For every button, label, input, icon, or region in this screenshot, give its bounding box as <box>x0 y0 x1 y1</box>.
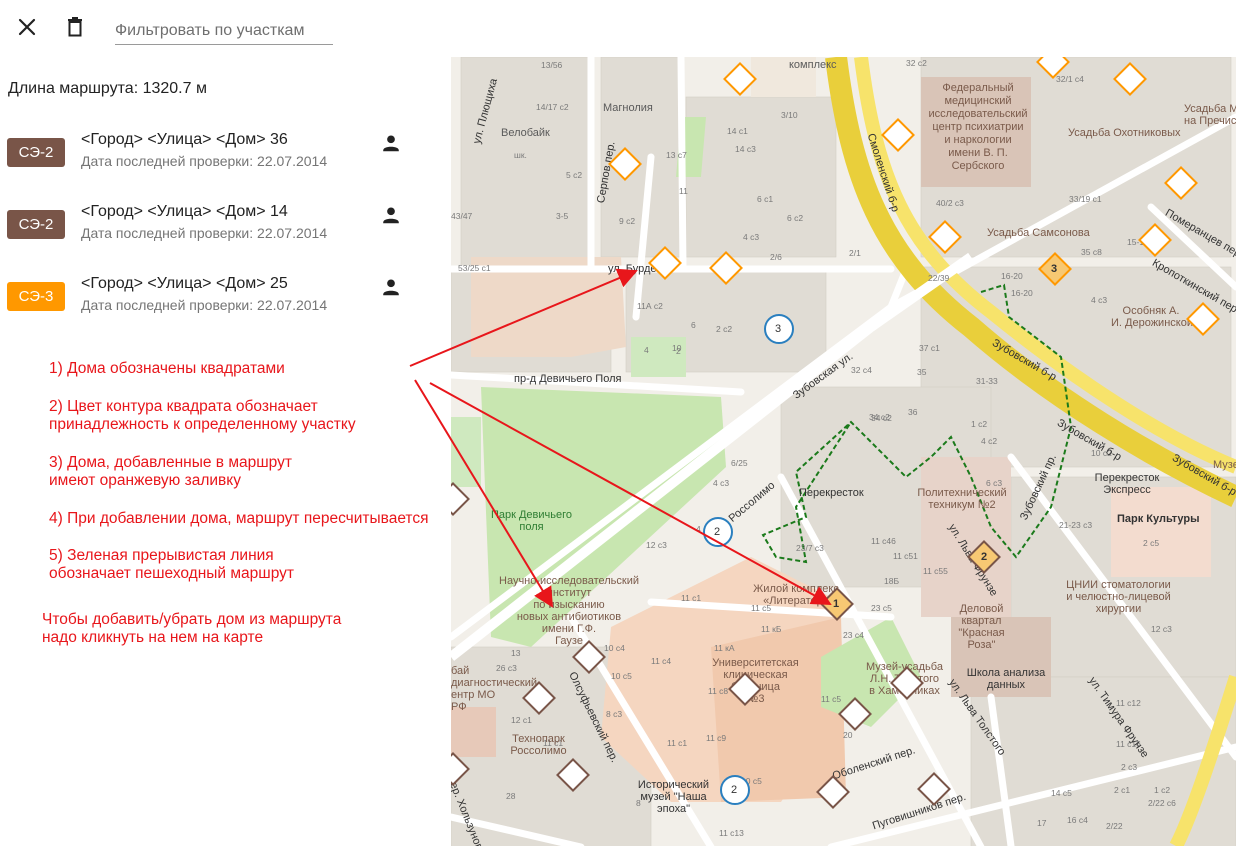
annotations: 1) Дома обозначены квадратами 2) Цвет ко… <box>0 0 520 846</box>
person-icon[interactable] <box>380 132 402 154</box>
cluster-marker[interactable]: 2 <box>714 526 720 538</box>
close-button[interactable] <box>12 12 42 42</box>
section-badge: СЭ-2 <box>7 210 65 239</box>
last-check-date: Дата последней проверки: 22.07.2014 <box>81 153 328 169</box>
note-5: 5) Зеленая прерывистая линия обозначает … <box>49 547 295 582</box>
list-item[interactable]: СЭ-3 <Город> <Улица> <Дом> 25 Дата после… <box>0 272 450 332</box>
route-length: Длина маршрута: 1320.7 м <box>8 80 207 97</box>
route-number-2[interactable]: 2 <box>981 551 987 563</box>
note-6: Чтобы добавить/убрать дом из маршрута на… <box>42 611 342 646</box>
person-icon[interactable] <box>380 204 402 226</box>
cluster-marker[interactable]: 2 <box>731 784 737 796</box>
section-badge: СЭ-3 <box>7 282 65 311</box>
last-check-date: Дата последней проверки: 22.07.2014 <box>81 225 328 241</box>
list-item[interactable]: СЭ-2 <Город> <Улица> <Дом> 36 Дата после… <box>0 128 450 188</box>
close-icon <box>18 18 36 36</box>
route-number-1[interactable]: 1 <box>833 598 839 610</box>
house-address: <Город> <Улица> <Дом> 25 <box>81 275 288 292</box>
section-badge: СЭ-2 <box>7 138 65 167</box>
trash-icon <box>68 17 82 37</box>
map-place-label: Велобайк <box>501 127 550 139</box>
house-address: <Город> <Улица> <Дом> 36 <box>81 131 288 148</box>
cluster-marker[interactable]: 3 <box>775 323 781 335</box>
clear-route-button[interactable] <box>60 12 90 42</box>
map[interactable]: 13/56 14/17 с2 5 с2 3/10 14 с1 13 с7 14 … <box>451 57 1236 846</box>
note-3: 3) Дома, добавленные в маршрут имеют ора… <box>49 454 292 489</box>
house-address: <Город> <Улица> <Дом> 14 <box>81 203 288 220</box>
note-2: 2) Цвет контура квадрата обозначает прин… <box>49 398 356 433</box>
note-1: 1) Дома обозначены квадратами <box>49 360 285 377</box>
route-number-3[interactable]: 3 <box>1051 263 1057 275</box>
section-filter-input[interactable] <box>115 18 333 45</box>
person-icon[interactable] <box>380 276 402 298</box>
note-4: 4) При добавлении дома, маршрут пересчит… <box>49 510 429 527</box>
toolbar <box>0 0 450 56</box>
last-check-date: Дата последней проверки: 22.07.2014 <box>81 297 328 313</box>
list-item[interactable]: СЭ-2 <Город> <Улица> <Дом> 14 Дата после… <box>0 200 450 260</box>
